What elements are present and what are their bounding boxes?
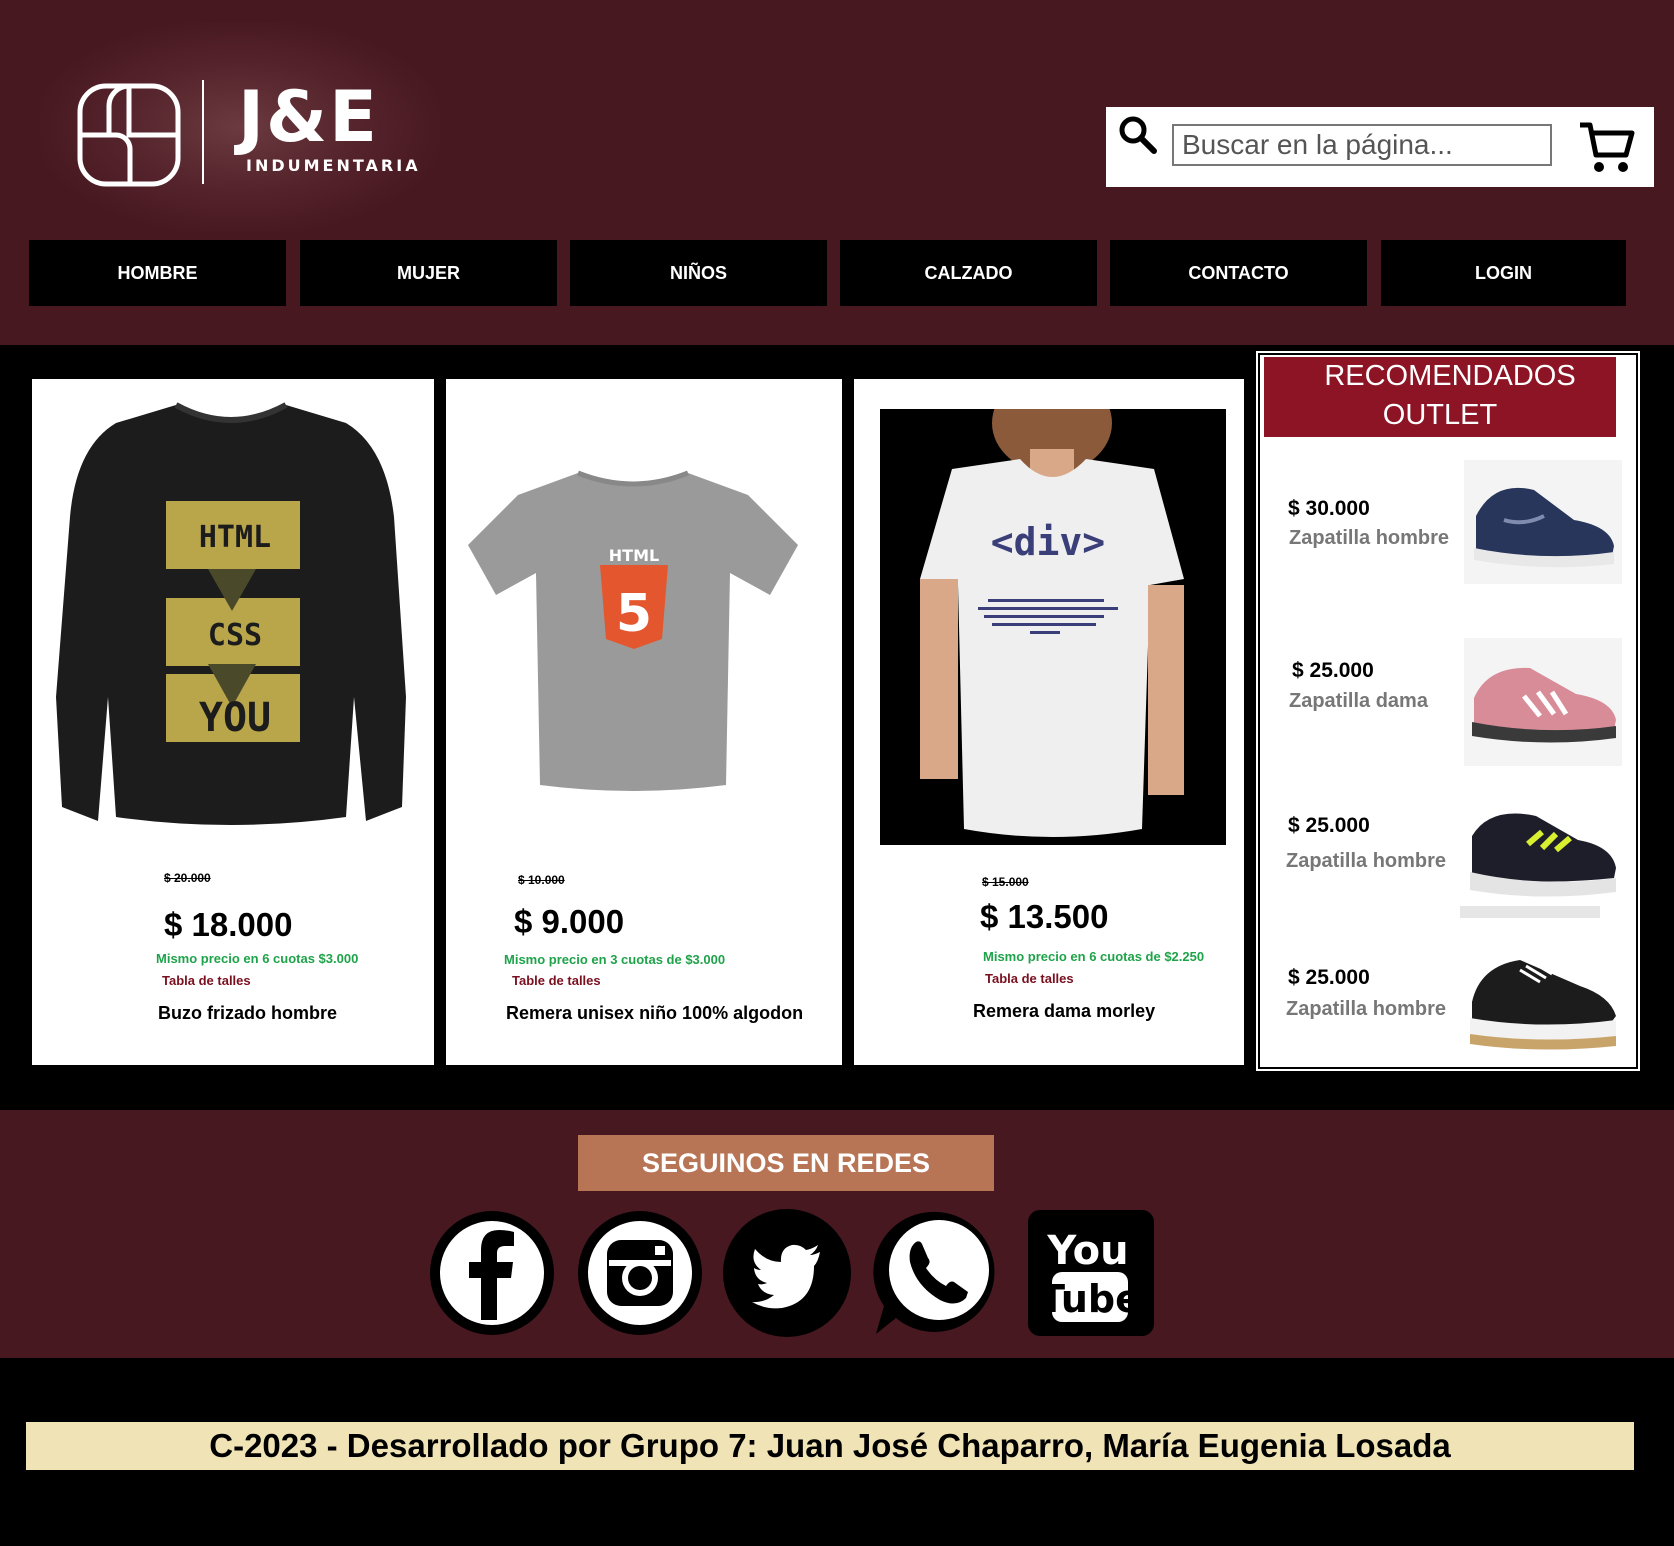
logo-mark-icon (77, 83, 181, 187)
size-chart-link[interactable]: Tabla de talles (162, 973, 251, 988)
print-5: 5 (616, 584, 652, 644)
installments: Mismo precio en 6 cuotas de $2.250 (983, 949, 1205, 964)
outlet-title-line1: RECOMENDADOS (1324, 360, 1576, 392)
site-footer: C-2023 - Desarrollado por Grupo 7: Juan … (0, 1358, 1674, 1546)
logo-divider (202, 80, 204, 184)
product-name: Buzo frizado hombre (158, 1003, 337, 1023)
product-card[interactable]: HTML CSS YOU $ 20.000 $ 18.000 Mismo pre… (32, 379, 434, 1065)
outlet-header: RECOMENDADOS OUTLET (1264, 357, 1616, 437)
tshirt-gray-image: HTML 5 (468, 470, 798, 791)
product-card[interactable]: HTML 5 $ 10.000 $ 9.000 Mismo precio en … (446, 379, 842, 1065)
nav-label: MUJER (396, 262, 460, 283)
nav-ninos[interactable]: NIÑOS (570, 240, 827, 306)
installments: Mismo precio en 6 cuotas $3.000 (156, 951, 359, 966)
outlet-price: $ 25.000 (1292, 659, 1374, 682)
price: $ 13.500 (980, 898, 1109, 935)
print-div: <div> (991, 520, 1105, 564)
search-bar (1106, 107, 1654, 187)
nav-label: LOGIN (1475, 262, 1532, 283)
print-html: HTML (199, 520, 271, 555)
print-you: YOU (199, 695, 271, 741)
search-input[interactable] (1172, 124, 1552, 166)
outlet-price: $ 25.000 (1288, 814, 1370, 837)
old-price: $ 15.000 (982, 875, 1029, 889)
brand-name: J&E (238, 76, 379, 158)
shoe-converse-image[interactable] (1460, 946, 1622, 1056)
facebook-icon[interactable] (427, 1208, 557, 1338)
outlet-name[interactable]: Zapatilla hombre (1289, 527, 1449, 550)
nav-hombre[interactable]: HOMBRE (29, 240, 286, 306)
tshirt-woman-image: <div> (880, 409, 1226, 845)
price: $ 9.000 (514, 903, 625, 940)
nav-label: HOMBRE (117, 262, 198, 283)
youtube-tube: Tube (1039, 1277, 1141, 1321)
nav-label: CONTACTO (1188, 262, 1289, 283)
outlet-name[interactable]: Zapatilla hombre (1286, 998, 1446, 1021)
outlet-title-line2: OUTLET (1382, 399, 1498, 431)
print-css: CSS (208, 618, 262, 653)
outlet-name[interactable]: Zapatilla dama (1289, 690, 1428, 713)
brand-subtitle: INDUMENTARIA (246, 156, 421, 175)
footer-credits: C-2023 - Desarrollado por Grupo 7: Juan … (26, 1422, 1634, 1470)
print-html: HTML (609, 546, 659, 565)
twitter-icon[interactable] (722, 1208, 852, 1338)
shoe-black-image[interactable] (1460, 796, 1622, 920)
nav-label: CALZADO (924, 262, 1013, 283)
outlet-name[interactable]: Zapatilla hombre (1286, 850, 1446, 873)
nav-login[interactable]: LOGIN (1381, 240, 1626, 306)
brand-logo[interactable]: J&E INDUMENTARIA (40, 22, 440, 232)
old-price: $ 10.000 (518, 873, 565, 887)
youtube-you: You (1046, 1228, 1128, 1274)
social-title: SEGUINOS EN REDES (578, 1135, 994, 1191)
installments: Mismo precio en 3 cuotas de $3.000 (504, 952, 726, 967)
old-price: $ 20.000 (164, 871, 211, 885)
product-name: Remera dama morley (973, 1001, 1156, 1021)
nav-contacto[interactable]: CONTACTO (1110, 240, 1367, 306)
shopping-cart-icon[interactable] (1576, 117, 1636, 177)
search-icon[interactable] (1116, 113, 1160, 157)
size-chart-link[interactable]: Table de talles (512, 973, 601, 988)
nav-calzado[interactable]: CALZADO (840, 240, 1097, 306)
shoe-navy-image[interactable] (1464, 460, 1622, 584)
outlet-price: $ 25.000 (1288, 966, 1370, 989)
sweater-image: HTML CSS YOU (56, 402, 406, 825)
social-section: SEGUINOS EN REDES You Tube (0, 1110, 1674, 1358)
outlet-price: $ 30.000 (1288, 497, 1370, 520)
price: $ 18.000 (164, 906, 293, 943)
site-header: J&E INDUMENTARIA HOMBRE MUJER NIÑOS CALZ… (0, 0, 1674, 345)
whatsapp-icon[interactable] (872, 1208, 1002, 1338)
nav-label: NIÑOS (669, 262, 727, 283)
nav-mujer[interactable]: MUJER (300, 240, 557, 306)
product-card[interactable]: <div> $ 15.000 $ 13.500 Mismo precio en … (854, 379, 1244, 1065)
size-chart-link[interactable]: Tabla de talles (985, 971, 1074, 986)
youtube-icon[interactable]: You Tube (1026, 1208, 1156, 1338)
instagram-icon[interactable] (575, 1208, 705, 1338)
product-name: Remera unisex niño 100% algodon (506, 1003, 804, 1023)
shoe-pink-image[interactable] (1464, 638, 1622, 766)
